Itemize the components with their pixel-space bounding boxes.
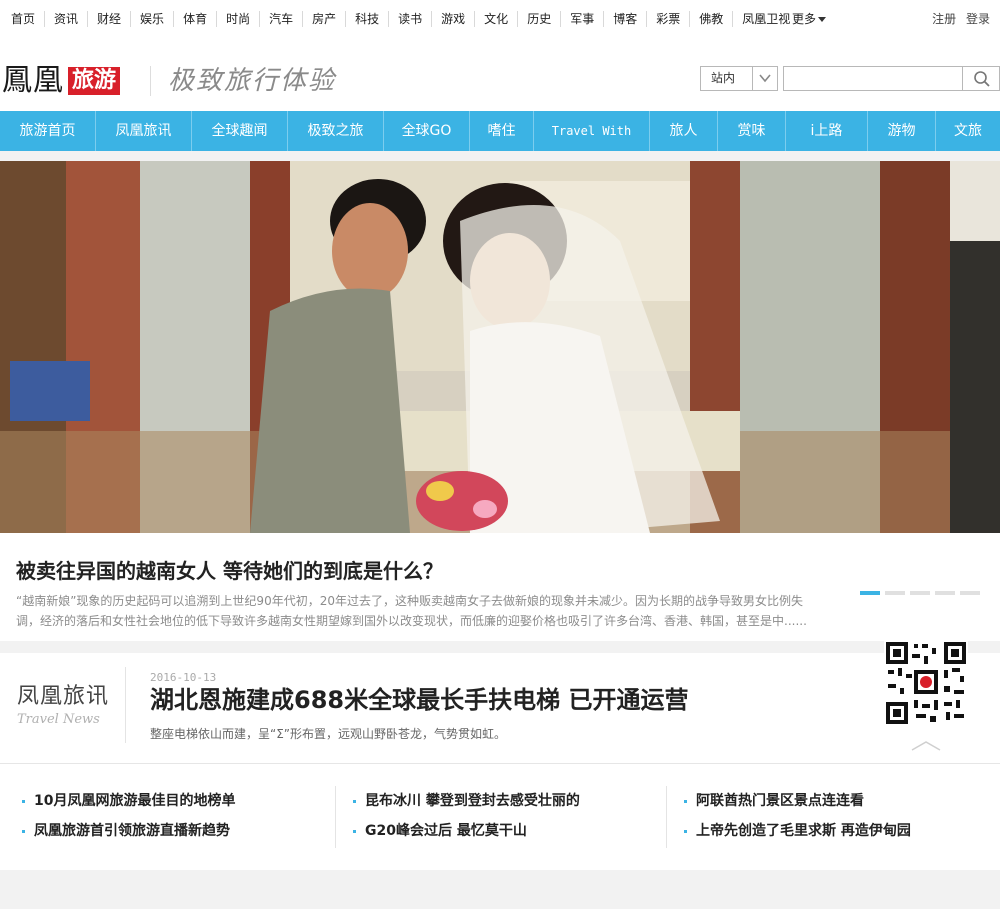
topnav-item[interactable]: 彩票 (647, 11, 691, 27)
channel-item[interactable]: 旅游首页 (0, 111, 96, 151)
caret-down-icon (818, 16, 827, 22)
travel-news: 凤凰旅讯 Travel News 2016-10-13 湖北恩施建成688米全球… (0, 653, 1000, 763)
channel-item[interactable]: 极致之旅 (288, 111, 384, 151)
column-divider (666, 786, 667, 848)
topnav-item[interactable]: 历史 (518, 11, 562, 27)
channel-item[interactable]: i上路 (786, 111, 868, 151)
slide-indicators (860, 591, 985, 595)
channel-item[interactable]: 赏味 (718, 111, 786, 151)
list-item[interactable]: 10月凤凰网旅游最佳目的地榜单 (22, 786, 235, 816)
list-item[interactable]: 阿联酋热门景区景点连连看 (684, 786, 911, 816)
channel-item[interactable]: 凤凰旅讯 (96, 111, 192, 151)
slide-dot[interactable] (960, 591, 980, 595)
footer-band (0, 870, 1000, 909)
hero-slideshow[interactable] (0, 161, 1000, 533)
slide-dot[interactable] (885, 591, 905, 595)
search-button[interactable] (962, 66, 1000, 91)
topnav-item[interactable]: 游戏 (432, 11, 476, 27)
channel-shadow (0, 151, 1000, 161)
hero-photo (0, 161, 1000, 533)
news-section-label: 凤凰旅讯 Travel News (17, 683, 109, 729)
section-divider (0, 763, 1000, 764)
logo-brand: 鳳凰 (2, 63, 64, 98)
chevron-down-icon (752, 67, 777, 90)
topnav-item[interactable]: 时尚 (217, 11, 261, 27)
site-header: 鳳凰 旅游 极致旅行体验 站内 (0, 38, 1000, 111)
hero-description: “越南新娘”现象的历史起码可以追溯到上世纪90年代初，20年过去了，这种贩卖越南… (16, 594, 807, 628)
links-column: 阿联酋热门景区景点连连看 上帝先创造了毛里求斯 再造伊甸园 (684, 786, 911, 848)
topnav-item[interactable]: 首页 (0, 11, 46, 27)
list-item[interactable]: 上帝先创造了毛里求斯 再造伊甸园 (684, 816, 911, 846)
site-logo[interactable]: 鳳凰 旅游 (2, 63, 121, 98)
section-band (0, 641, 1000, 653)
channel-item[interactable]: 旅人 (650, 111, 718, 151)
topnav-item[interactable]: 凤凰卫视 (733, 11, 799, 27)
topnav-item[interactable]: 文化 (475, 11, 519, 27)
links-column: 昆布冰川 攀登到登封去感受壮丽的 G20峰会过后 最忆莫干山 (353, 786, 580, 848)
top-nav: 首页 资讯 财经 娱乐 体育 时尚 汽车 房产 科技 读书 游戏 文化 历史 军… (0, 0, 1000, 38)
list-item[interactable]: 凤凰旅游首引领旅游直播新趋势 (22, 816, 235, 846)
topnav-item[interactable]: 博客 (604, 11, 648, 27)
hero-title[interactable]: 被卖往异国的越南女人 等待她们的到底是什么？ (16, 557, 443, 585)
news-divider (125, 667, 126, 743)
channel-item[interactable]: 游物 (868, 111, 936, 151)
slogan: 极致旅行体验 (168, 66, 337, 96)
more-menu[interactable]: 更多 (792, 11, 827, 27)
topnav-item[interactable]: 资讯 (45, 11, 89, 27)
logo-divider (150, 66, 151, 96)
search-scope-select[interactable]: 站内 (700, 66, 778, 91)
search-scope-value: 站内 (711, 71, 736, 85)
search-icon (974, 71, 990, 87)
topnav-item[interactable]: 娱乐 (131, 11, 175, 27)
qr-code-icon (884, 640, 968, 726)
auth-links: 注册 登录 (926, 11, 990, 27)
top-nav-list: 首页 资讯 财经 娱乐 体育 时尚 汽车 房产 科技 读书 游戏 文化 历史 军… (0, 11, 799, 27)
topnav-item[interactable]: 科技 (346, 11, 390, 27)
list-item[interactable]: 昆布冰川 攀登到登封去感受壮丽的 (353, 786, 580, 816)
news-label-cn: 凤凰旅讯 (17, 684, 110, 709)
links-column: 10月凤凰网旅游最佳目的地榜单 凤凰旅游首引领旅游直播新趋势 (22, 786, 235, 848)
news-headline[interactable]: 湖北恩施建成688米全球最长手扶电梯 已开通运营 (150, 683, 688, 717)
list-item[interactable]: G20峰会过后 最忆莫干山 (353, 816, 580, 846)
channel-item[interactable]: 全球GO (384, 111, 470, 151)
channel-item[interactable]: 全球趣闻 (192, 111, 288, 151)
topnav-item[interactable]: 财经 (88, 11, 132, 27)
register-link[interactable]: 注册 (932, 12, 956, 26)
topnav-item[interactable]: 读书 (389, 11, 433, 27)
column-divider (335, 786, 336, 848)
topnav-item[interactable]: 汽车 (260, 11, 304, 27)
channel-nav: 旅游首页 凤凰旅讯 全球趣闻 极致之旅 全球GO 嗜住 Travel With … (0, 111, 1000, 151)
chevron-up-icon[interactable] (910, 737, 942, 756)
more-label: 更多 (792, 12, 817, 26)
news-summary: 整座电梯依山而建，呈“Σ”形布置，远观山野卧苍龙，气势贯如虹。 (150, 727, 507, 741)
slide-dot[interactable] (935, 591, 955, 595)
hero-caption: 被卖往异国的越南女人 等待她们的到底是什么？ “越南新娘”现象的历史起码可以追溯… (0, 533, 1000, 641)
topnav-item[interactable]: 体育 (174, 11, 218, 27)
featured-links: 10月凤凰网旅游最佳目的地榜单 凤凰旅游首引领旅游直播新趋势 昆布冰川 攀登到登… (0, 786, 1000, 848)
channel-item[interactable]: 嗜住 (470, 111, 534, 151)
topnav-item[interactable]: 佛教 (690, 11, 734, 27)
slide-dot[interactable] (860, 591, 880, 595)
news-label-en: Travel News (17, 712, 100, 727)
slide-dot[interactable] (910, 591, 930, 595)
topnav-item[interactable]: 房产 (303, 11, 347, 27)
topnav-item[interactable]: 军事 (561, 11, 605, 27)
channel-item[interactable]: 文旅 (936, 111, 1000, 151)
channel-item[interactable]: Travel With (534, 111, 650, 151)
login-link[interactable]: 登录 (966, 12, 990, 26)
logo-tag: 旅游 (68, 67, 121, 95)
